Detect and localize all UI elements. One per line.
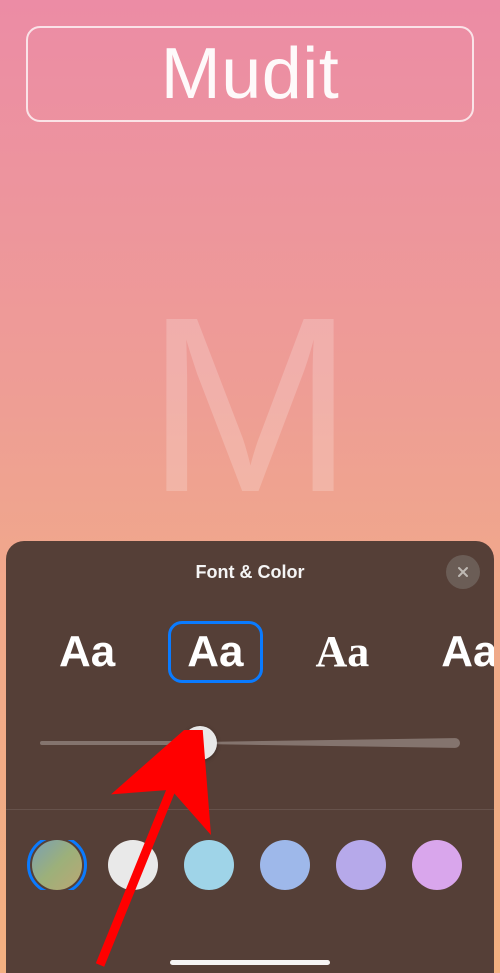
color-swatch-0[interactable] bbox=[32, 840, 82, 890]
font-option-0[interactable]: Aa bbox=[40, 621, 134, 683]
slider-thumb[interactable] bbox=[183, 726, 217, 760]
contact-poster-editor: Mudit M Font & Color Aa Aa Aa Aa bbox=[0, 0, 500, 973]
color-swatch-3[interactable] bbox=[260, 840, 310, 890]
home-indicator[interactable] bbox=[170, 960, 330, 965]
color-swatch-2[interactable] bbox=[184, 840, 234, 890]
panel-divider bbox=[6, 809, 494, 810]
close-icon bbox=[455, 564, 471, 580]
slider-track-right bbox=[200, 738, 460, 748]
contact-name-text: Mudit bbox=[161, 33, 340, 115]
color-swatch-5[interactable] bbox=[412, 840, 462, 890]
font-selector-row: Aa Aa Aa Aa bbox=[6, 621, 494, 683]
close-button[interactable] bbox=[446, 555, 480, 589]
contact-name-frame[interactable]: Mudit bbox=[26, 26, 474, 122]
font-option-1[interactable]: Aa bbox=[168, 621, 262, 683]
color-swatch-1[interactable] bbox=[108, 840, 158, 890]
color-swatch-4[interactable] bbox=[336, 840, 386, 890]
font-option-3[interactable]: Aa bbox=[422, 621, 494, 683]
weight-slider[interactable] bbox=[40, 727, 460, 759]
color-swatch-row bbox=[6, 840, 494, 890]
panel-title: Font & Color bbox=[196, 562, 305, 583]
font-option-2[interactable]: Aa bbox=[297, 621, 389, 683]
monogram-initial: M bbox=[146, 280, 354, 530]
panel-header: Font & Color bbox=[6, 541, 494, 603]
font-color-panel: Font & Color Aa Aa Aa Aa bbox=[6, 541, 494, 973]
slider-track-left bbox=[40, 741, 200, 745]
